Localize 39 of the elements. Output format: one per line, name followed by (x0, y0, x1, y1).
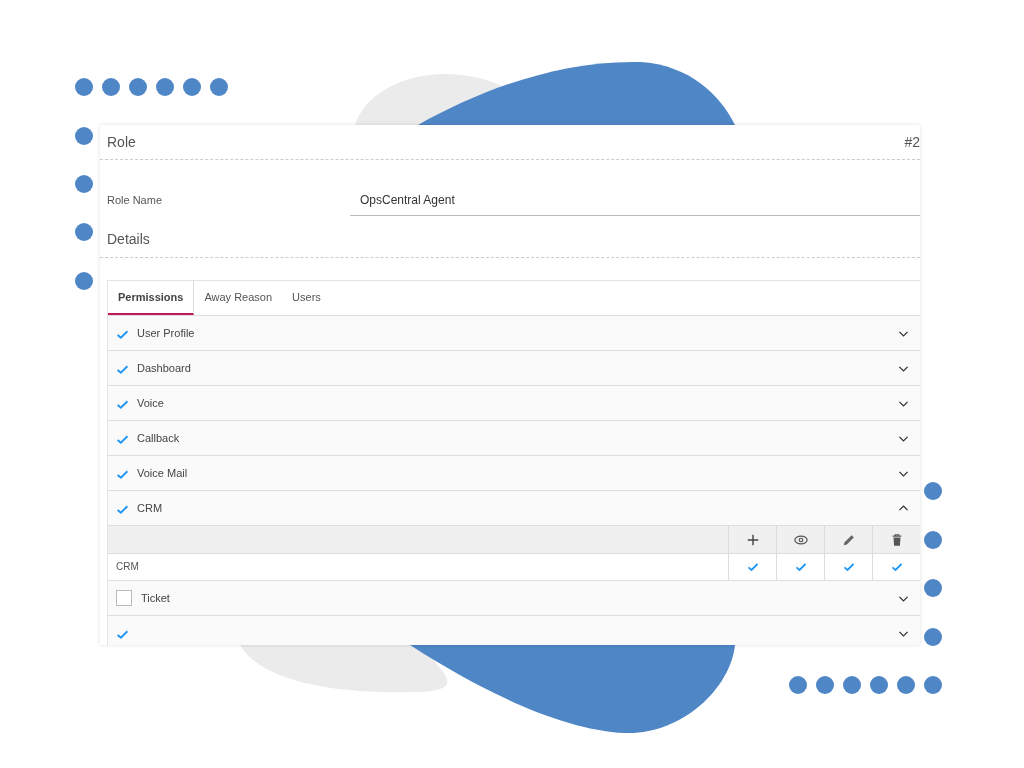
decor-dot (924, 531, 942, 549)
decor-dot (210, 78, 228, 96)
decor-dot (75, 272, 93, 290)
field-label: Role Name (107, 194, 164, 206)
decor-dot (156, 78, 174, 96)
decor-dot (75, 78, 93, 96)
role-name-field[interactable]: OpsCentral Agent (350, 184, 920, 216)
permission-label: Voice Mail (137, 467, 189, 479)
section-title: Role (107, 134, 136, 150)
decor-dot (924, 628, 942, 646)
record-number: #2 (904, 134, 920, 150)
decor-dot (75, 223, 93, 241)
permission-label: User Profile (137, 327, 196, 339)
decor-dot (129, 78, 147, 96)
permission-label: Voice (137, 397, 165, 409)
decor-dot (816, 676, 834, 694)
pencil-icon (841, 532, 856, 547)
decor-dot (870, 676, 888, 694)
table-cell-text: CRM (115, 560, 140, 574)
section-title: Details (100, 219, 920, 258)
decor-dot (924, 579, 942, 597)
decor-dot (75, 127, 93, 145)
checkbox[interactable] (116, 590, 132, 606)
permission-label: Callback (137, 432, 181, 444)
decor-dot (843, 676, 861, 694)
permission-label: Ticket (141, 592, 171, 604)
decor-dot (924, 482, 942, 500)
eye-icon (793, 532, 808, 547)
decor-dot (183, 78, 201, 96)
decor-dot (789, 676, 807, 694)
decor-dot (75, 175, 93, 193)
plus-icon (745, 532, 760, 547)
tab[interactable]: Away Reason (194, 281, 283, 315)
permission-label: Dashboard (137, 362, 192, 374)
permission-label: CRM (137, 502, 164, 514)
decor-dot (924, 676, 942, 694)
decor-dot (102, 78, 120, 96)
tab[interactable]: Users (282, 281, 331, 315)
decor-dot (897, 676, 915, 694)
